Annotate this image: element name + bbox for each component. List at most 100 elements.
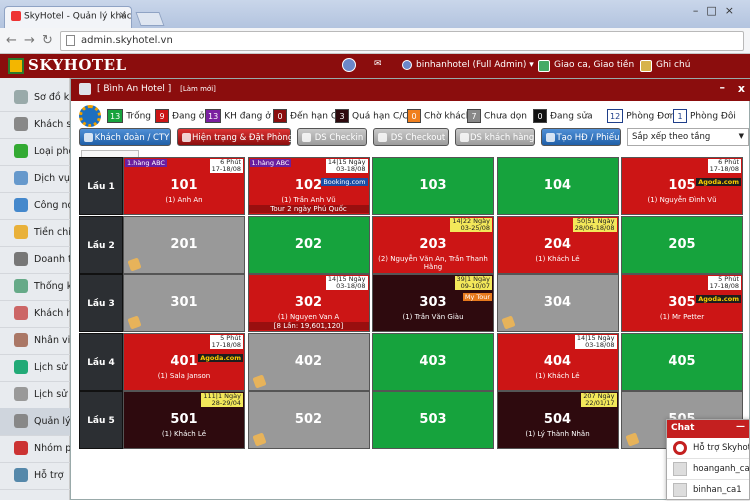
sidebar: Sơ đồ khách Khách sạn Loại phòng Dịch vụ Côn… [0, 78, 70, 500]
main-panel: [ Bình An Hotel ] [Làm mới] – x 13 Trống 9… [70, 78, 750, 500]
legend-label: Trống [126, 111, 151, 122]
sidebar-item-label: Khách hàng [34, 308, 70, 319]
sidebar-item[interactable]: Lịch sử g [0, 381, 70, 409]
mail-icon[interactable]: ✉ [374, 59, 382, 69]
room-card[interactable]: 405 [621, 332, 743, 391]
group-icon [84, 133, 93, 142]
sidebar-item[interactable]: Loại phòng [0, 138, 70, 166]
reload-icon[interactable]: ↻ [42, 33, 53, 48]
refresh-link[interactable]: [Làm mới] [180, 85, 216, 93]
url-input[interactable]: admin.skyhotel.vn [60, 31, 744, 51]
room-card[interactable]: 301 [123, 274, 245, 332]
chat-support-row[interactable]: Hỗ trợ Skyhotel [667, 438, 749, 459]
room-card[interactable]: 502 [247, 391, 370, 449]
chevron-down-icon: ▼ [738, 132, 744, 140]
customer-list-label: DS khách hàng [470, 133, 535, 143]
room-card[interactable]: 207 Ngày 22/01/17 504 (1) Lý Thành Nhân [496, 391, 619, 449]
room-card[interactable]: 14|15 Ngày 03-18/08 302 (1) Nguyen Van A [8… [247, 274, 370, 332]
sidebar-item-label: Hỗ trợ [34, 470, 64, 481]
close-tab-icon[interactable]: × [119, 10, 127, 21]
agency-tag: 1.hàng ABC [125, 159, 167, 167]
chat-title: Chat [671, 423, 695, 433]
back-icon[interactable]: ← [6, 33, 17, 48]
sidebar-item[interactable]: Quản lý c [0, 408, 70, 436]
room-card[interactable]: 111|1 Ngày 28-29/04 501 (1) Khách Lẻ [123, 391, 245, 449]
room-card[interactable]: 205 [621, 215, 743, 274]
room-card[interactable]: 104 [496, 157, 619, 215]
room-card[interactable]: 14|22 Ngày 03-25/08 203 (2) Nguyễn Văn An,… [372, 215, 494, 274]
panel-close-button[interactable]: x [738, 82, 745, 95]
new-tab-button[interactable] [135, 12, 165, 26]
settings-gear-icon[interactable] [79, 105, 101, 127]
agent-icon[interactable] [342, 58, 356, 72]
room-card[interactable]: 5 Phút 17-18/08 Agoda.com 401 (1) Sala Jans… [123, 332, 245, 391]
sidebar-item[interactable]: Tiền chi [0, 219, 70, 247]
checkin-list-button[interactable]: DS Checkin [297, 128, 367, 146]
forward-icon[interactable]: → [24, 33, 35, 48]
room-card[interactable]: 201 [123, 215, 245, 274]
checkout-list-button[interactable]: DS Checkout [373, 128, 449, 146]
chat-widget: Chat — Hỗ trợ Skyhotel hoanganh_ca1 binha… [666, 419, 750, 501]
sidebar-item[interactable]: Khách hàng [0, 300, 70, 328]
room-card[interactable]: 39|1 Ngày 09-10/07 My Tour 303 (1) Trần Văn… [372, 274, 494, 332]
room-card[interactable]: 304 [496, 274, 619, 332]
dollar-icon [14, 360, 28, 374]
status-legend: 13 Trống 9 Đang ở 13 KH đang ở 0 Đến hạn C/O 3 Qu… [79, 105, 749, 127]
sidebar-item[interactable]: Công nợ [0, 192, 70, 220]
legend-item: 0 Chờ khách [407, 109, 471, 123]
sidebar-item[interactable]: Thống kê [0, 273, 70, 301]
create-invoice-button[interactable]: Tạo HĐ / Phiếu [541, 128, 621, 146]
stay-duration-tag: 39|1 Ngày 09-10/07 [454, 275, 492, 290]
guest-name: (1) Trần Văn Giàu [402, 313, 464, 321]
sidebar-item[interactable]: Dịch vụ [0, 165, 70, 193]
sidebar-item[interactable]: Hỗ trợ [0, 462, 70, 490]
customer-icon [460, 133, 469, 142]
sidebar-item[interactable]: Lịch sử giao [0, 354, 70, 382]
room-card[interactable]: 1.hàng ABC 6 Phút 17-18/08 101 (1) Anh An [123, 157, 245, 215]
room-card[interactable]: 5 Phút 17-18/08 Agoda.com 305 (1) Mr Petter [621, 274, 743, 332]
sidebar-item[interactable]: Nhân viên [0, 327, 70, 355]
minimize-icon[interactable]: – [720, 81, 726, 94]
chat-header[interactable]: Chat — [667, 420, 749, 438]
sidebar-item[interactable]: Khách sạn [0, 111, 70, 139]
chat-minimize-icon[interactable]: — [736, 422, 745, 432]
broom-icon [127, 256, 142, 272]
room-card[interactable]: 1.hàng ABC 14|15 Ngày 03-18/08 Booking.com… [247, 157, 370, 215]
guest-name: (1) Sala Janson [157, 371, 211, 380]
room-number: 501 [170, 412, 198, 427]
invoice-icon [546, 133, 555, 142]
chat-user-row[interactable]: binhan_ca1 [667, 480, 749, 501]
chat-user-row[interactable]: hoanganh_ca1 [667, 459, 749, 480]
room-status-button[interactable]: Hiện trạng & Đặt Phòng [177, 128, 293, 146]
group-customer-button[interactable]: Khách đoàn / CTY [79, 128, 171, 146]
logo[interactable]: SKYHOTEL [8, 56, 127, 74]
sort-select[interactable]: Sắp xếp theo tầng ▼ [627, 128, 749, 146]
browser-tab[interactable]: SkyHotel - Quản lý khách × [4, 6, 132, 28]
shift-link[interactable]: Giao ca, Giao tiền [554, 60, 634, 70]
room-card[interactable]: 6 Phút 17-18/08 Agoda.com 105 (1) Nguyễn Đì… [621, 157, 743, 215]
note-link[interactable]: Ghi chú [656, 60, 690, 70]
sidebar-item[interactable]: Sơ đồ khách [0, 84, 70, 112]
legend-count: 0 [407, 109, 421, 123]
guest-name: (1) Trần Anh Vũ [281, 196, 336, 204]
stay-duration-tag: 5 Phút 17-18/08 [707, 275, 741, 290]
user-menu[interactable]: binhanhotel (Full Admin) ▾ [416, 60, 534, 70]
window-controls[interactable]: –□× [693, 4, 742, 17]
customer-list-button[interactable]: DS khách hàng [455, 128, 535, 146]
broom-icon [251, 373, 267, 389]
room-card[interactable]: 402 [247, 332, 370, 391]
agency-tag: 1.hàng ABC [249, 159, 292, 167]
room-card[interactable]: 14|15 Ngày 03-18/08 404 (1) Khách Lẻ [496, 332, 619, 391]
room-card[interactable]: 202 [247, 215, 370, 274]
legend-label: Quá hạn C/O [352, 111, 410, 122]
note-icon [640, 60, 652, 72]
sidebar-item[interactable]: Nhóm phí [0, 435, 70, 463]
room-card[interactable]: 103 [372, 157, 494, 215]
broom-icon [127, 315, 142, 330]
link-icon [14, 198, 28, 212]
room-card[interactable]: 403 [372, 332, 494, 391]
sidebar-item[interactable]: Doanh thu [0, 246, 70, 274]
logo-text: SKYHOTEL [28, 56, 127, 74]
room-card[interactable]: 503 [372, 391, 494, 449]
room-card[interactable]: 50|51 Ngày 28/06-18/08 204 (1) Khách Lẻ [496, 215, 619, 274]
